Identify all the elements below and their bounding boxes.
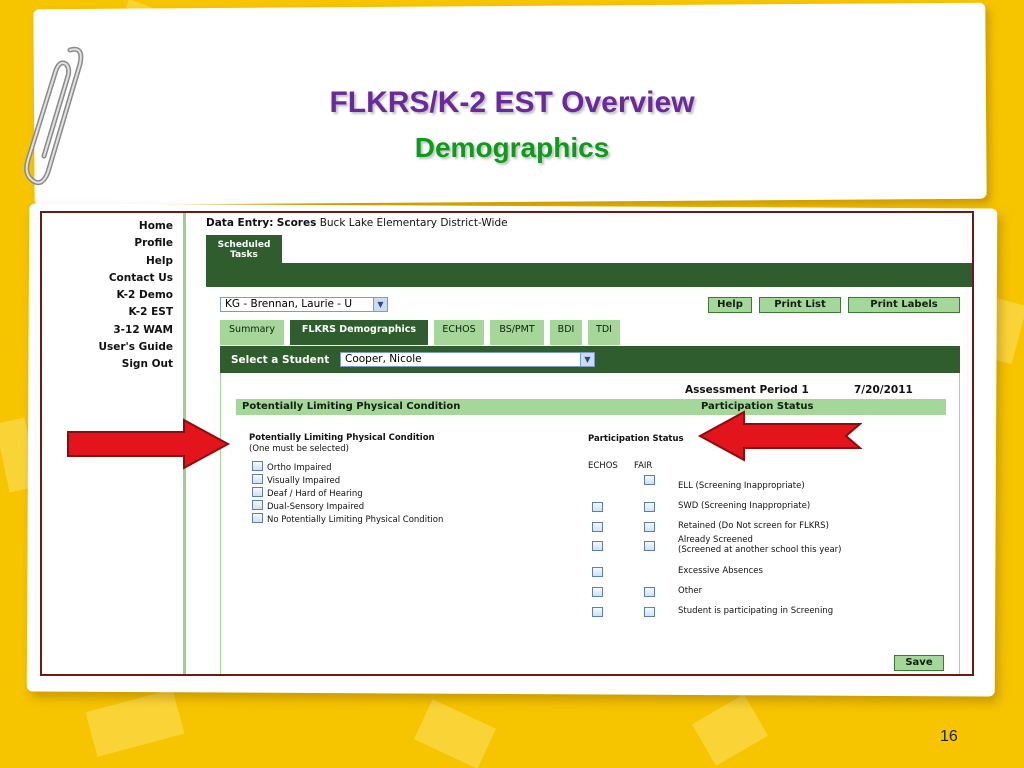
select-student-label: Select a Student bbox=[231, 354, 330, 366]
nav-3-12-wam[interactable]: 3-12 WAM bbox=[42, 322, 183, 339]
checkbox-fair[interactable] bbox=[644, 607, 655, 617]
checkbox-visually-impaired[interactable] bbox=[252, 474, 263, 484]
background-shape bbox=[85, 689, 185, 757]
fair-column-header: FAIR bbox=[634, 461, 653, 471]
participation-heading: Participation Status bbox=[588, 434, 684, 444]
help-button[interactable]: Help bbox=[708, 297, 752, 313]
save-button[interactable]: Save bbox=[894, 655, 944, 671]
checkbox-echos[interactable] bbox=[592, 587, 603, 597]
print-labels-button[interactable]: Print Labels bbox=[848, 297, 960, 313]
class-select-value: KG - Brennan, Laurie - U bbox=[225, 298, 353, 310]
participation-label: Other bbox=[678, 586, 703, 596]
checkbox-echos[interactable] bbox=[592, 541, 603, 551]
tab-bdi[interactable]: BDI bbox=[550, 320, 582, 345]
slide-number: 16 bbox=[940, 728, 958, 745]
option-label: Deaf / Hard of Hearing bbox=[267, 489, 363, 499]
arrow-right-icon bbox=[67, 418, 231, 470]
checkbox-echos[interactable] bbox=[592, 522, 603, 532]
participation-label: Excessive Absences bbox=[678, 566, 763, 576]
tab-flkrs-demographics[interactable]: FLKRS Demographics bbox=[290, 320, 428, 345]
student-select-value: Cooper, Nicole bbox=[345, 353, 422, 365]
participation-label: Already Screened bbox=[678, 535, 753, 545]
slide-subtitle: Demographics bbox=[414, 132, 610, 163]
physical-heading: Potentially Limiting Physical Condition bbox=[249, 433, 435, 443]
checkbox-fair[interactable] bbox=[644, 475, 655, 485]
chevron-down-icon[interactable]: ▼ bbox=[373, 298, 387, 311]
option-label: Visually Impaired bbox=[267, 476, 341, 486]
tab-bs-pmt[interactable]: BS/PMT bbox=[490, 320, 544, 345]
nav-sign-out[interactable]: Sign Out bbox=[42, 356, 183, 373]
checkbox-no-limiting-condition[interactable] bbox=[252, 513, 263, 523]
tab-scheduled-tasks[interactable]: Scheduled Tasks bbox=[206, 235, 282, 263]
physical-note: (One must be selected) bbox=[249, 444, 349, 454]
print-list-button[interactable]: Print List bbox=[759, 297, 841, 313]
nav-k2-est[interactable]: K-2 EST bbox=[42, 304, 183, 321]
nav-users-guide[interactable]: User's Guide bbox=[42, 339, 183, 356]
chevron-down-icon[interactable]: ▼ bbox=[580, 353, 594, 366]
checkbox-deaf-hard-of-hearing[interactable] bbox=[252, 487, 263, 497]
option-label: Ortho Impaired bbox=[267, 463, 332, 473]
tab-echos[interactable]: ECHOS bbox=[434, 320, 484, 345]
checkbox-echos[interactable] bbox=[592, 607, 603, 617]
nav-home[interactable]: Home bbox=[42, 218, 183, 235]
checkbox-ortho-impaired[interactable] bbox=[252, 461, 263, 471]
slide-title: FLKRS/K-2 EST Overview bbox=[329, 86, 695, 119]
participation-label: SWD (Screening Inappropriate) bbox=[678, 501, 811, 511]
assessment-date: 7/20/2011 bbox=[854, 384, 913, 396]
nav-contact-us[interactable]: Contact Us bbox=[42, 270, 183, 287]
participation-sublabel: (Screened at another school this year) bbox=[678, 545, 842, 555]
option-label: Dual-Sensory Impaired bbox=[267, 502, 365, 512]
echos-column-header: ECHOS bbox=[588, 461, 618, 471]
breadcrumb: Data Entry: Scores Buck Lake Elementary … bbox=[206, 217, 508, 229]
checkbox-echos[interactable] bbox=[592, 502, 603, 512]
checkbox-fair[interactable] bbox=[644, 502, 655, 512]
participation-label: Retained (Do Not screen for FLKRS) bbox=[678, 521, 829, 531]
nav-profile[interactable]: Profile bbox=[42, 235, 183, 252]
checkbox-fair[interactable] bbox=[644, 587, 655, 597]
participation-label: Student is participating in Screening bbox=[678, 606, 834, 616]
assessment-period: Assessment Period 1 bbox=[685, 384, 809, 396]
tab-tdi[interactable]: TDI bbox=[588, 320, 620, 345]
participation-label: ELL (Screening Inappropriate) bbox=[678, 481, 805, 491]
student-select[interactable]: Cooper, Nicole ▼ bbox=[340, 352, 595, 367]
option-label: No Potentially Limiting Physical Conditi… bbox=[267, 515, 444, 525]
class-select[interactable]: KG - Brennan, Laurie - U ▼ bbox=[220, 297, 388, 312]
checkbox-dual-sensory-impaired[interactable] bbox=[252, 500, 263, 510]
data-entry-value: Scores bbox=[276, 217, 317, 229]
checkbox-fair[interactable] bbox=[644, 541, 655, 551]
header-bar bbox=[206, 263, 972, 287]
nav-k2-demo[interactable]: K-2 Demo bbox=[42, 287, 183, 304]
nav-help[interactable]: Help bbox=[42, 253, 183, 270]
tab-summary[interactable]: Summary bbox=[220, 320, 284, 345]
background-shape bbox=[692, 694, 768, 766]
checkbox-fair[interactable] bbox=[644, 522, 655, 532]
student-bar: Select a Student Cooper, Nicole ▼ bbox=[220, 346, 960, 373]
arrow-left-icon bbox=[697, 410, 862, 462]
checkbox-echos[interactable] bbox=[592, 567, 603, 577]
school-name: Buck Lake Elementary District-Wide bbox=[319, 217, 508, 229]
background-shape bbox=[413, 699, 497, 768]
data-entry-label: Data Entry: bbox=[206, 217, 274, 229]
section-left-label: Potentially Limiting Physical Condition bbox=[242, 401, 461, 412]
